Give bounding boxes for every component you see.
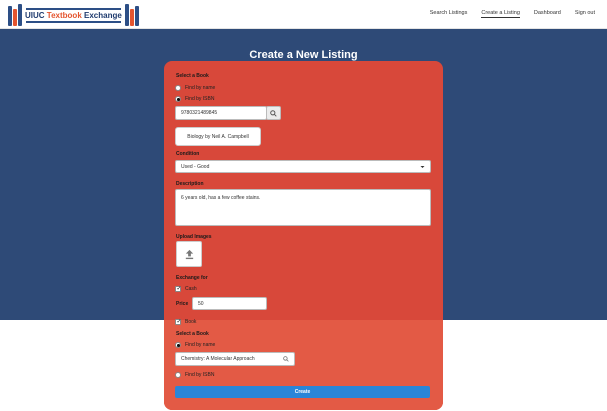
description-label: Description [176,181,204,187]
nav-create-listing[interactable]: Create a Listing [481,10,520,18]
radio-find-by-name[interactable]: Find by name [175,85,215,91]
logo-part3: Exchange [84,10,122,20]
book-result-button[interactable]: Biology by Neil A. Campbell [175,127,261,146]
logo-part1: UIUC [25,10,45,20]
select-book-label: Select a Book [176,73,209,79]
books-right-icon [124,4,139,26]
cash-label: Cash [185,286,197,292]
listing-form-card: Select a Book Find by name Find by ISBN … [164,61,443,410]
upload-images-label: Upload Images [176,234,212,240]
price-label: Price [176,301,189,307]
chevron-down-icon [420,165,425,168]
condition-value: Used - Good [181,163,210,170]
radio-find-by-isbn[interactable]: Find by ISBN [175,96,214,102]
name-search-value: Chemistry: A Molecular Approach [181,356,255,362]
nav-sign-out[interactable]: Sign out [575,10,595,18]
checkbox-book[interactable]: Book [175,318,197,325]
exchange-for-label: Exchange for [176,275,208,281]
logo[interactable]: UIUC Textbook Exchange [8,3,139,27]
page-title: Create a New Listing [249,49,358,61]
check-icon[interactable] [175,285,182,292]
radio-find-by-name-label: Find by name [185,85,216,91]
check-icon[interactable] [175,318,182,325]
radio-find-by-isbn-2-label: Find by ISBN [185,372,215,378]
create-button[interactable]: Create [175,386,430,398]
radio-find-by-name-2[interactable]: Find by name [175,342,215,348]
checkbox-cash[interactable]: Cash [175,285,197,292]
radio-find-by-isbn-label: Find by ISBN [185,96,215,102]
nav-dashboard[interactable]: Dashboard [534,10,561,18]
upload-images-button[interactable] [176,241,202,267]
nav-links: Search Listings Create a Listing Dashboa… [430,10,595,18]
nav-search-listings[interactable]: Search Listings [430,10,468,18]
select-book-label-2: Select a Book [176,331,209,337]
book-label: Book [185,319,197,325]
radio-find-by-name-2-label: Find by name [185,342,216,348]
radio-dot[interactable] [175,85,181,91]
logo-wordmark: UIUC Textbook Exchange [25,7,122,24]
logo-part2: Textbook [46,10,82,20]
radio-dot[interactable] [175,342,181,348]
radio-dot[interactable] [175,372,181,378]
books-left-icon [8,4,22,26]
isbn-search-button[interactable] [266,106,281,120]
top-nav: UIUC Textbook Exchange Search Listings C… [0,0,607,29]
search-icon [283,356,289,362]
condition-label: Condition [176,151,200,157]
search-icon [270,109,277,117]
isbn-input[interactable]: 9780321489845 [175,106,267,120]
upload-icon [185,249,193,259]
radio-find-by-isbn-2[interactable]: Find by ISBN [175,372,214,378]
radio-dot[interactable] [175,96,181,102]
description-textarea[interactable]: 6 years old, has a few coffee stains. [175,189,431,226]
condition-select[interactable]: Used - Good [175,160,431,173]
name-search-input[interactable]: Chemistry: A Molecular Approach [175,352,295,366]
price-input[interactable]: 50 [192,297,267,310]
